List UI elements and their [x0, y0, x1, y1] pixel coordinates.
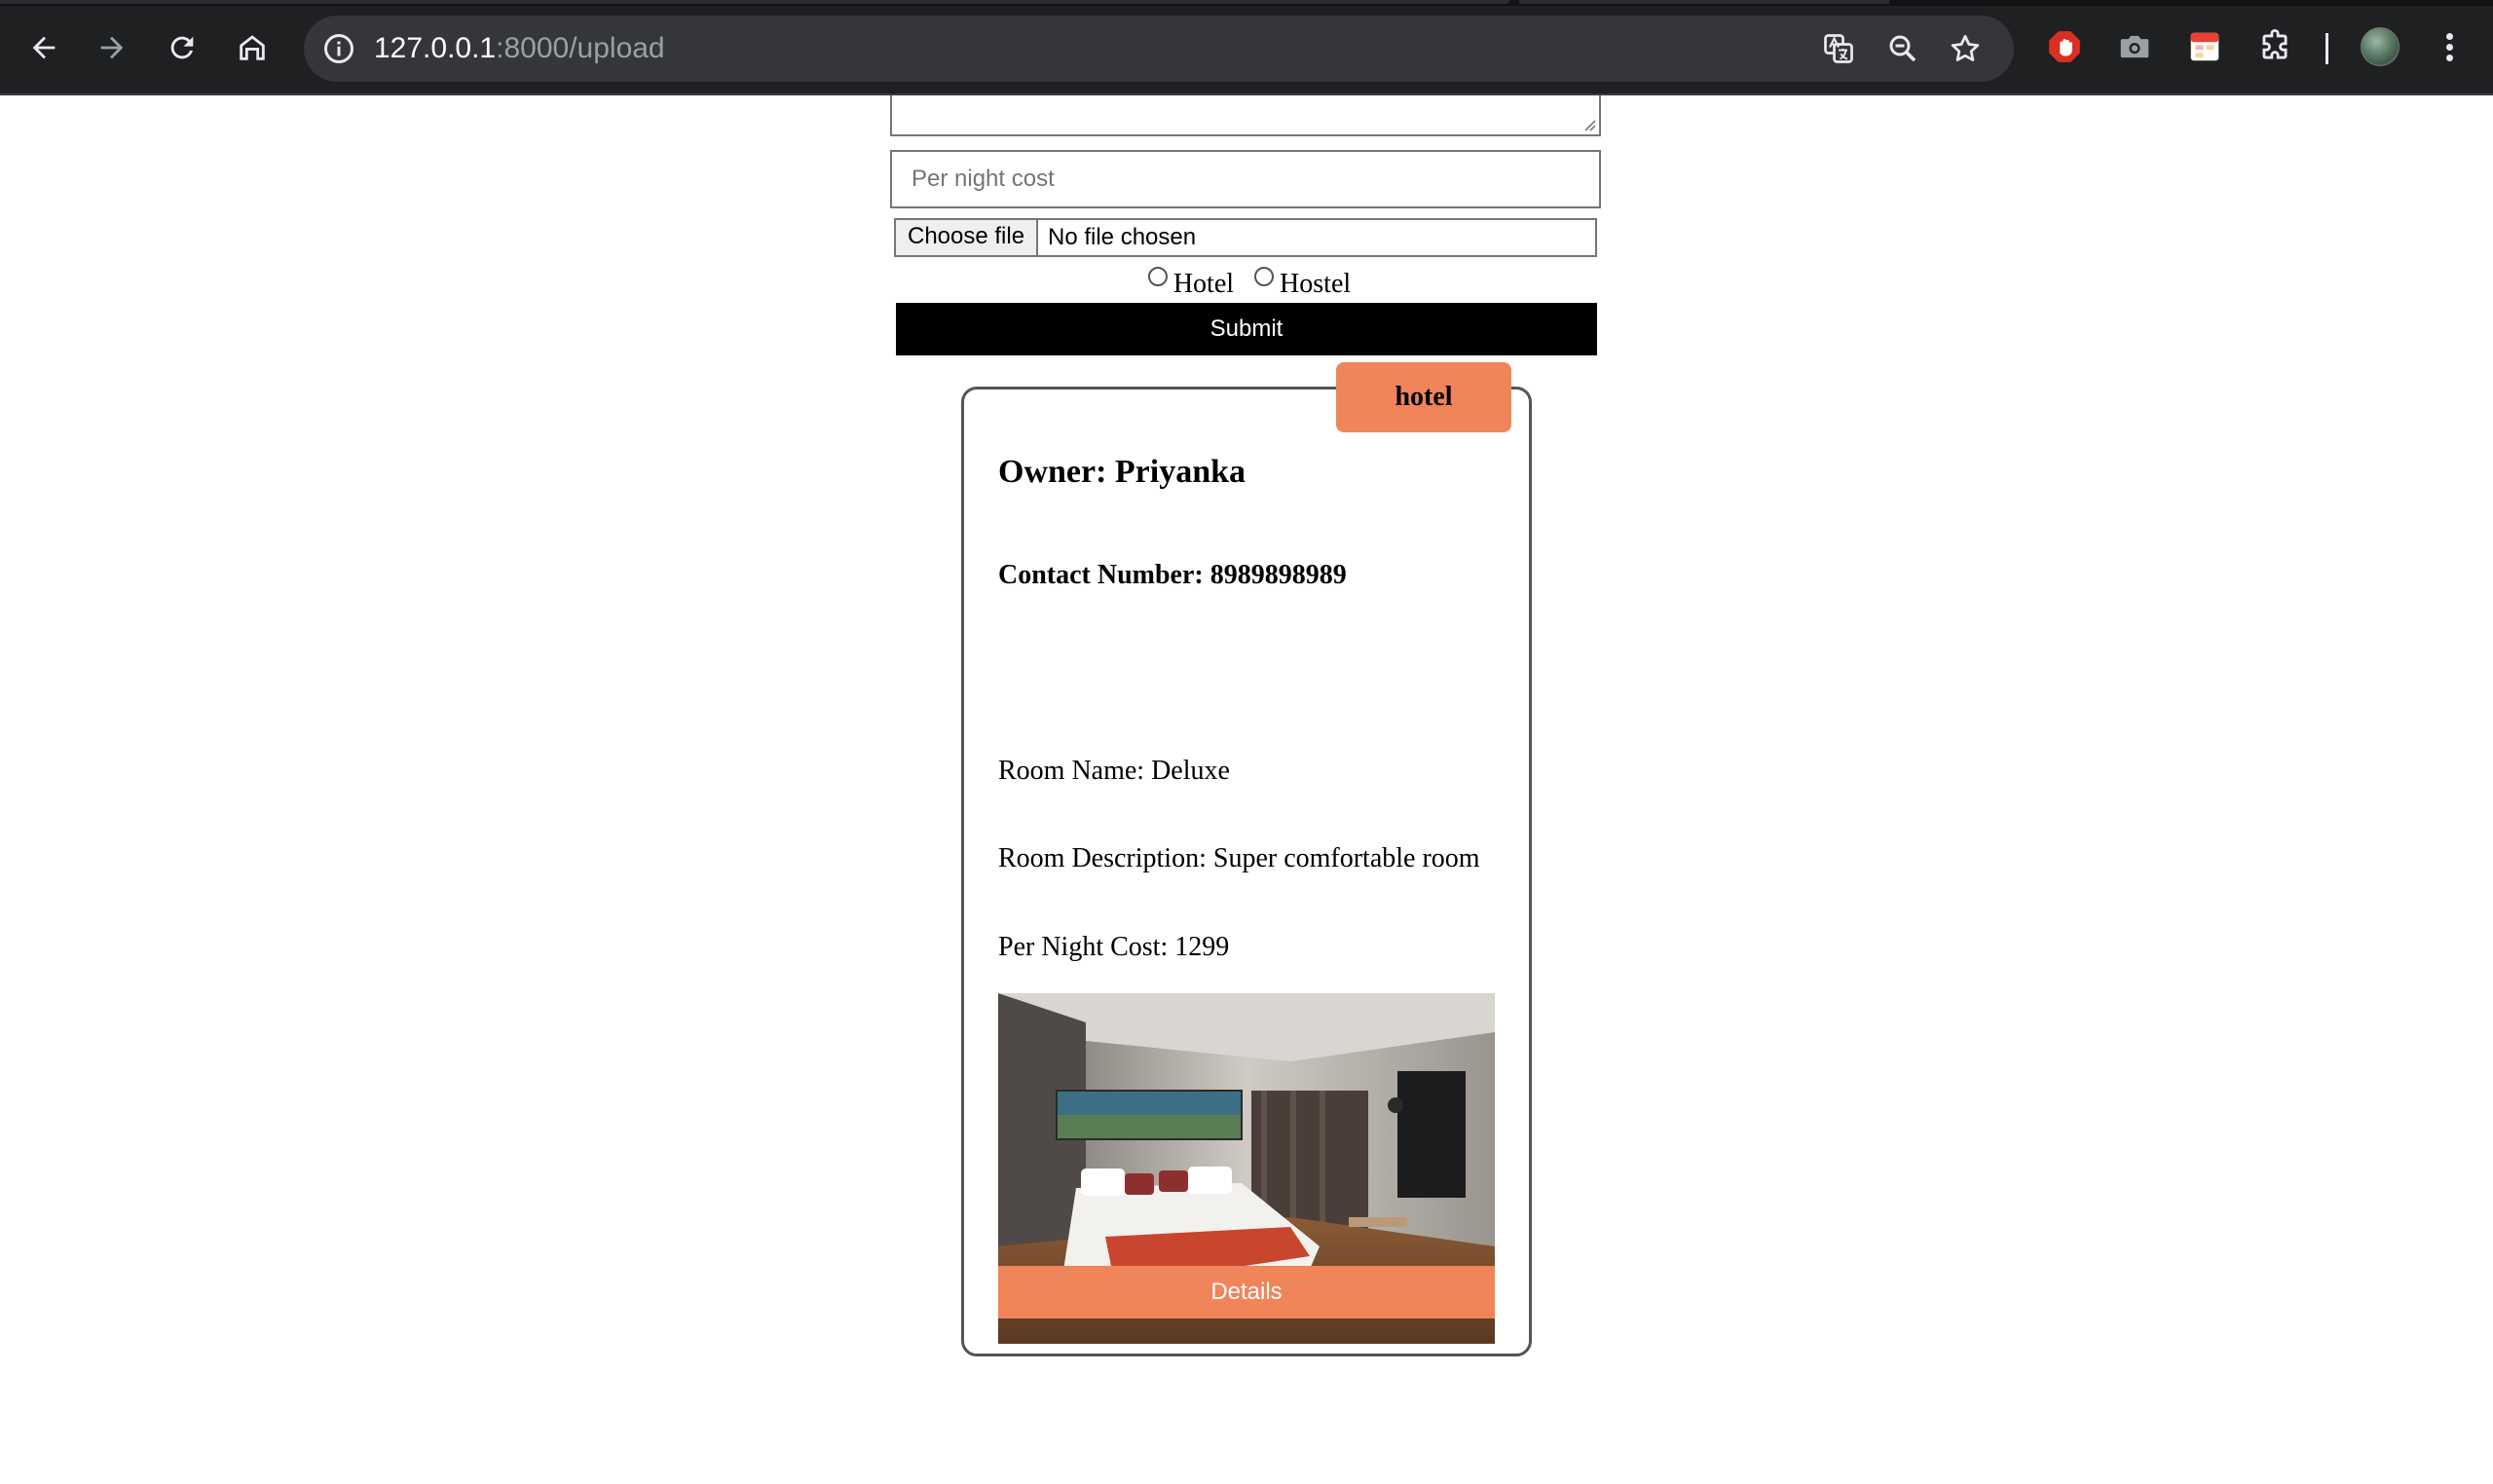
- extension-adblock-button[interactable]: [2045, 27, 2084, 66]
- address-bar[interactable]: 127.0.0.1:8000/upload: [304, 16, 2014, 82]
- url-host: 127.0.0.1: [374, 32, 497, 64]
- star-icon: [1951, 34, 1980, 61]
- back-button[interactable]: [18, 21, 70, 74]
- home-button[interactable]: [226, 21, 279, 74]
- extensions-menu-button[interactable]: [2255, 27, 2294, 66]
- translate-icon: [1824, 34, 1853, 63]
- puzzle-icon: [2262, 29, 2288, 59]
- file-input[interactable]: Choose file No file chosen: [894, 218, 1597, 257]
- dot-icon: [2446, 33, 2453, 40]
- extension-screenshot-button[interactable]: [2115, 27, 2154, 66]
- contact-number: Contact Number: 8989898989: [998, 560, 1347, 590]
- dot-icon: [2446, 44, 2453, 51]
- calendar-icon: [2190, 32, 2219, 61]
- description-textarea[interactable]: [890, 95, 1601, 136]
- extension-calendar-button[interactable]: [2185, 27, 2224, 66]
- tab-strip: [0, 0, 2493, 6]
- stop-hand-icon: [2049, 31, 2080, 62]
- arrow-left-icon: [32, 36, 56, 59]
- radio-hotel-label[interactable]: Hotel: [1173, 269, 1234, 299]
- resize-grip-icon[interactable]: [1581, 117, 1597, 132]
- room-description: Room Description: Super comfortable room: [998, 843, 1480, 873]
- url-path: :8000/upload: [496, 32, 665, 64]
- details-button[interactable]: Details: [998, 1266, 1495, 1318]
- toolbar-divider: [2326, 33, 2328, 64]
- url-text[interactable]: 127.0.0.1:8000/upload: [374, 16, 665, 82]
- camera-icon: [2120, 35, 2149, 58]
- reload-button[interactable]: [156, 21, 208, 74]
- per-night-cost: Per Night Cost: 1299: [998, 932, 1230, 962]
- profile-avatar[interactable]: [2361, 27, 2400, 66]
- submit-button[interactable]: Submit: [896, 303, 1597, 355]
- property-type-radio-group: Hotel Hostel: [0, 267, 2493, 306]
- room-name: Room Name: Deluxe: [998, 756, 1230, 786]
- browser-toolbar: 127.0.0.1:8000/upload: [0, 0, 2493, 95]
- per-night-cost-input[interactable]: Per night cost: [890, 150, 1601, 208]
- radio-hotel[interactable]: [1147, 267, 1168, 286]
- zoom-out-icon: [1889, 35, 1916, 62]
- file-status-text: No file chosen: [1048, 224, 1197, 250]
- per-night-cost-placeholder: Per night cost: [912, 166, 1055, 192]
- zoom-button[interactable]: [1883, 29, 1922, 68]
- forward-button[interactable]: [86, 21, 138, 74]
- info-icon[interactable]: [321, 31, 356, 66]
- home-icon: [240, 35, 265, 60]
- choose-file-button[interactable]: Choose file: [896, 220, 1039, 255]
- room-type-badge: hotel: [1336, 362, 1511, 432]
- tab-edge-secondary[interactable]: [1519, 0, 1889, 4]
- owner-name: Owner: Priyanka: [998, 454, 1246, 490]
- dot-icon: [2446, 55, 2453, 61]
- translate-button[interactable]: [1819, 29, 1858, 68]
- radio-hostel-label[interactable]: Hostel: [1280, 269, 1351, 299]
- radio-hostel[interactable]: [1254, 267, 1275, 286]
- reload-icon: [170, 36, 194, 59]
- bookmark-button[interactable]: [1946, 29, 1985, 68]
- tab-edge[interactable]: [0, 0, 1509, 4]
- browser-menu-button[interactable]: [2435, 27, 2464, 66]
- arrow-right-icon: [100, 36, 124, 59]
